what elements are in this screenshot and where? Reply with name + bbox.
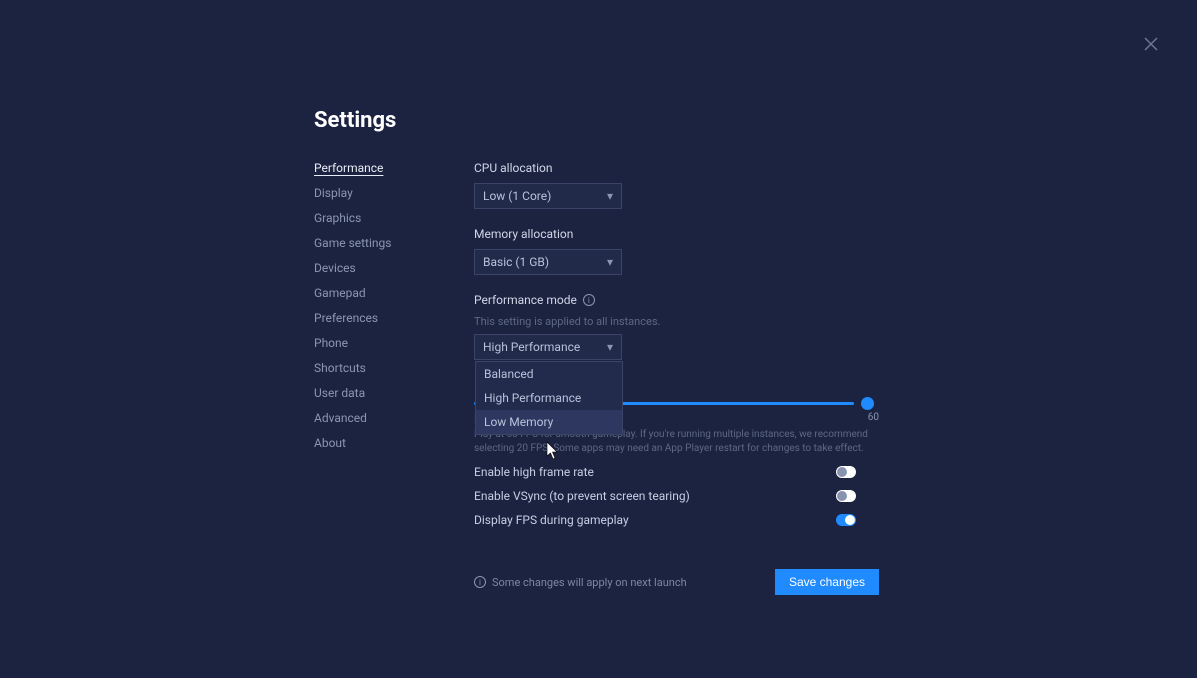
close-icon[interactable] [1143,36,1159,52]
sidebar-item-game-settings[interactable]: Game settings [314,236,474,250]
slider-max-value: 60 [868,412,879,423]
sidebar-item-gamepad[interactable]: Gamepad [314,286,474,300]
dropdown-option-low-memory[interactable]: Low Memory [476,410,622,434]
chevron-down-icon: ▾ [607,340,613,354]
cpu-allocation-value: Low (1 Core) [483,189,551,203]
info-icon[interactable]: i [583,294,595,306]
sidebar-item-advanced[interactable]: Advanced [314,411,474,425]
memory-allocation-label: Memory allocation [474,227,874,241]
dropdown-option-balanced[interactable]: Balanced [476,362,622,386]
sidebar-item-graphics[interactable]: Graphics [314,211,474,225]
chevron-down-icon: ▾ [607,189,613,203]
memory-allocation-select[interactable]: Basic (1 GB) ▾ [474,249,622,275]
footer-note: i Some changes will apply on next launch [474,576,687,589]
info-icon: i [474,576,486,588]
performance-mode-hint: This setting is applied to all instances… [474,315,874,328]
cpu-allocation-label: CPU allocation [474,161,874,175]
page-title: Settings [314,108,874,133]
sidebar-item-performance[interactable]: Performance [314,161,474,175]
sidebar-item-phone[interactable]: Phone [314,336,474,350]
chevron-down-icon: ▾ [607,255,613,269]
performance-mode-select[interactable]: High Performance ▾ Balanced High Perform… [474,334,622,360]
dropdown-option-high-performance[interactable]: High Performance [476,386,622,410]
memory-allocation-value: Basic (1 GB) [483,255,549,269]
performance-mode-label: Performance mode i [474,293,874,307]
high-frame-rate-toggle[interactable] [836,466,856,478]
sidebar-item-display[interactable]: Display [314,186,474,200]
sidebar-item-devices[interactable]: Devices [314,261,474,275]
display-fps-toggle[interactable] [836,514,856,526]
performance-mode-value: High Performance [483,340,580,354]
save-changes-button[interactable]: Save changes [775,569,879,595]
vsync-label: Enable VSync (to prevent screen tearing) [474,489,690,503]
vsync-toggle[interactable] [836,490,856,502]
performance-mode-dropdown: Balanced High Performance Low Memory [475,361,623,435]
sidebar-item-about[interactable]: About [314,436,474,450]
cpu-allocation-select[interactable]: Low (1 Core) ▾ [474,183,622,209]
display-fps-label: Display FPS during gameplay [474,513,629,527]
sidebar-item-user-data[interactable]: User data [314,386,474,400]
sidebar-item-preferences[interactable]: Preferences [314,311,474,325]
sidebar-item-shortcuts[interactable]: Shortcuts [314,361,474,375]
slider-thumb[interactable] [861,397,874,410]
sidebar: Performance Display Graphics Game settin… [314,161,474,595]
high-frame-rate-label: Enable high frame rate [474,465,594,479]
